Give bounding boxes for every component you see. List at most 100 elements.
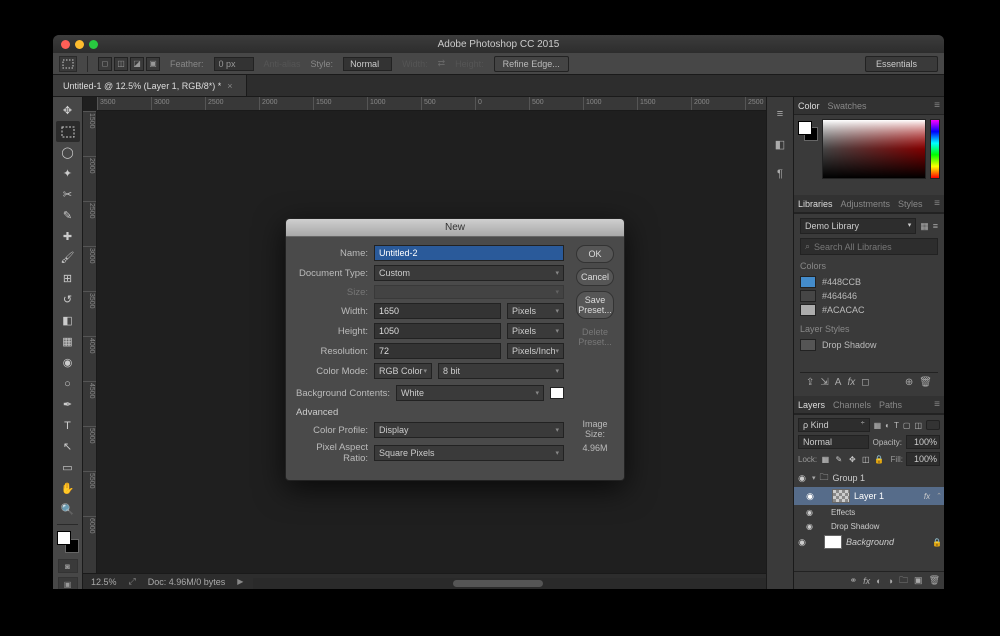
link-layers-icon[interactable]: ⚭ — [850, 575, 858, 586]
library-dropdown[interactable]: Demo Library▾ — [800, 218, 916, 234]
zoom-level[interactable]: 12.5% — [91, 577, 117, 587]
color-profile-dropdown[interactable]: Display▾ — [374, 422, 564, 438]
tab-channels[interactable]: Channels — [833, 400, 871, 410]
save-preset-button[interactable]: Save Preset... — [576, 291, 614, 319]
visibility-icon[interactable]: ◉ — [796, 473, 808, 484]
chevron-right-icon[interactable]: ▶ — [237, 577, 243, 586]
filter-toggle[interactable] — [926, 420, 940, 430]
tab-libraries[interactable]: Libraries — [798, 199, 833, 209]
opacity-input[interactable] — [906, 435, 940, 449]
swap-icon[interactable]: ⇄ — [438, 58, 446, 69]
chevron-down-icon[interactable]: ▾ — [812, 474, 816, 482]
brush-tool[interactable]: 🖌 — [56, 247, 80, 268]
tab-adjustments[interactable]: Adjustments — [841, 199, 891, 209]
color-mode-dropdown[interactable]: RGB Color▾ — [374, 363, 432, 379]
lock-position-icon[interactable]: ✥ — [847, 453, 857, 465]
dodge-tool[interactable]: ○ — [56, 373, 80, 394]
new-adjustment-icon[interactable]: ◑ — [888, 576, 893, 586]
layer-mask-icon[interactable]: ◐ — [876, 576, 881, 586]
doc-info[interactable]: Doc: 4.96M/0 bytes — [148, 577, 226, 587]
selection-new-icon[interactable]: ◻ — [98, 57, 112, 71]
fg-color-swatch[interactable] — [57, 531, 71, 545]
effect-drop-shadow[interactable]: ◉ Drop Shadow — [794, 519, 944, 533]
selection-subtract-icon[interactable]: ◪ — [130, 57, 144, 71]
chevron-down-icon[interactable]: ⌃ — [936, 492, 942, 500]
panel-menu-icon[interactable]: ≡ — [934, 399, 940, 410]
visibility-icon[interactable]: ◉ — [806, 508, 813, 517]
ok-button[interactable]: OK — [576, 245, 614, 263]
eyedropper-tool[interactable]: ✎ — [56, 205, 80, 226]
lock-transparency-icon[interactable]: ▦ — [820, 453, 830, 465]
tab-swatches[interactable]: Swatches — [828, 101, 867, 111]
trash-icon[interactable]: 🗑 — [919, 377, 932, 388]
stamp-tool[interactable]: ⊞ — [56, 268, 80, 289]
lock-all-icon[interactable]: 🔒 — [874, 453, 884, 465]
filter-shape-icon[interactable]: ▢ — [903, 421, 911, 430]
quick-mask-icon[interactable]: ◙ — [58, 559, 78, 573]
blend-mode-dropdown[interactable]: Normal — [798, 435, 869, 449]
advanced-section[interactable]: Advanced — [296, 407, 564, 418]
eraser-tool[interactable]: ◧ — [56, 310, 80, 331]
scrollbar-thumb[interactable] — [453, 580, 543, 587]
lock-artboard-icon[interactable]: ◫ — [861, 453, 871, 465]
filter-type-icon[interactable]: T — [894, 421, 899, 430]
workspace-dropdown[interactable]: Essentials — [865, 56, 938, 72]
history-brush-tool[interactable]: ↺ — [56, 289, 80, 310]
resolution-input[interactable] — [374, 343, 501, 359]
delete-layer-icon[interactable]: 🗑 — [929, 575, 940, 586]
bit-depth-dropdown[interactable]: 8 bit▾ — [438, 363, 564, 379]
fill-input[interactable] — [906, 452, 940, 466]
filter-adjust-icon[interactable]: ◐ — [885, 421, 890, 430]
filter-smart-icon[interactable]: ◫ — [914, 421, 922, 430]
bg-contents-dropdown[interactable]: White▾ — [396, 385, 544, 401]
visibility-icon[interactable]: ◉ — [796, 537, 808, 548]
fx-icon[interactable]: fx — [847, 377, 855, 388]
bg-color-preview[interactable] — [550, 387, 564, 399]
name-input[interactable] — [374, 245, 564, 261]
history-panel-icon[interactable]: ≡ — [767, 101, 793, 127]
feather-input[interactable] — [214, 57, 254, 71]
list-view-icon[interactable]: ≡ — [933, 221, 938, 231]
library-color-item[interactable]: #448CCB — [800, 276, 938, 288]
color-picker[interactable] — [822, 119, 926, 179]
wand-tool[interactable]: ✦ — [56, 163, 80, 184]
resolution-unit-dropdown[interactable]: Pixels/Inch▾ — [507, 343, 564, 359]
properties-panel-icon[interactable]: ◧ — [767, 131, 793, 157]
path-tool[interactable]: ↖ — [56, 436, 80, 457]
hand-tool[interactable]: ✋ — [56, 478, 80, 499]
new-group-icon[interactable]: 🗀 — [899, 573, 908, 589]
layer-style-item[interactable]: Drop Shadow — [800, 339, 938, 351]
height-input[interactable] — [374, 323, 501, 339]
panel-menu-icon[interactable]: ≡ — [934, 100, 940, 111]
text-icon[interactable]: A — [835, 377, 842, 388]
new-layer-icon[interactable]: ▣ — [914, 575, 923, 586]
layer-fx-icon[interactable]: fx — [863, 576, 870, 586]
visibility-icon[interactable]: ◉ — [804, 491, 816, 502]
type-tool[interactable]: T — [56, 415, 80, 436]
layer-thumbnail[interactable] — [832, 489, 850, 503]
grid-view-icon[interactable]: ▦ — [920, 221, 929, 232]
layer-thumbnail[interactable] — [824, 535, 842, 549]
lock-pixels-icon[interactable]: ✎ — [834, 453, 844, 465]
share-icon[interactable]: ⇲ — [820, 377, 828, 388]
close-tab-icon[interactable]: × — [227, 81, 232, 91]
filter-image-icon[interactable]: ▦ — [874, 421, 882, 430]
panel-menu-icon[interactable]: ≡ — [934, 198, 940, 209]
healing-tool[interactable]: ✚ — [56, 226, 80, 247]
lasso-tool[interactable]: ◯ — [56, 142, 80, 163]
hue-slider[interactable] — [930, 119, 940, 179]
scrollbar-horizontal[interactable] — [253, 578, 766, 589]
pen-tool[interactable]: ✒ — [56, 394, 80, 415]
shape-tool[interactable]: ▭ — [56, 457, 80, 478]
color-fgbg[interactable] — [798, 121, 818, 141]
doctype-dropdown[interactable]: Custom▾ — [374, 265, 564, 281]
library-color-item[interactable]: #ACACAC — [800, 304, 938, 316]
move-tool[interactable]: ✥ — [56, 100, 80, 121]
screen-mode-icon[interactable]: ▣ — [58, 577, 78, 589]
par-dropdown[interactable]: Square Pixels▾ — [374, 445, 564, 461]
layer-group[interactable]: ◉ ▾ 🗀 Group 1 — [794, 469, 944, 487]
new-icon[interactable]: ◻ — [861, 377, 869, 388]
effects-label[interactable]: ◉ Effects — [794, 505, 944, 519]
color-swatches[interactable] — [57, 531, 79, 553]
layer-background[interactable]: ◉ Background 🔒 — [794, 533, 944, 551]
